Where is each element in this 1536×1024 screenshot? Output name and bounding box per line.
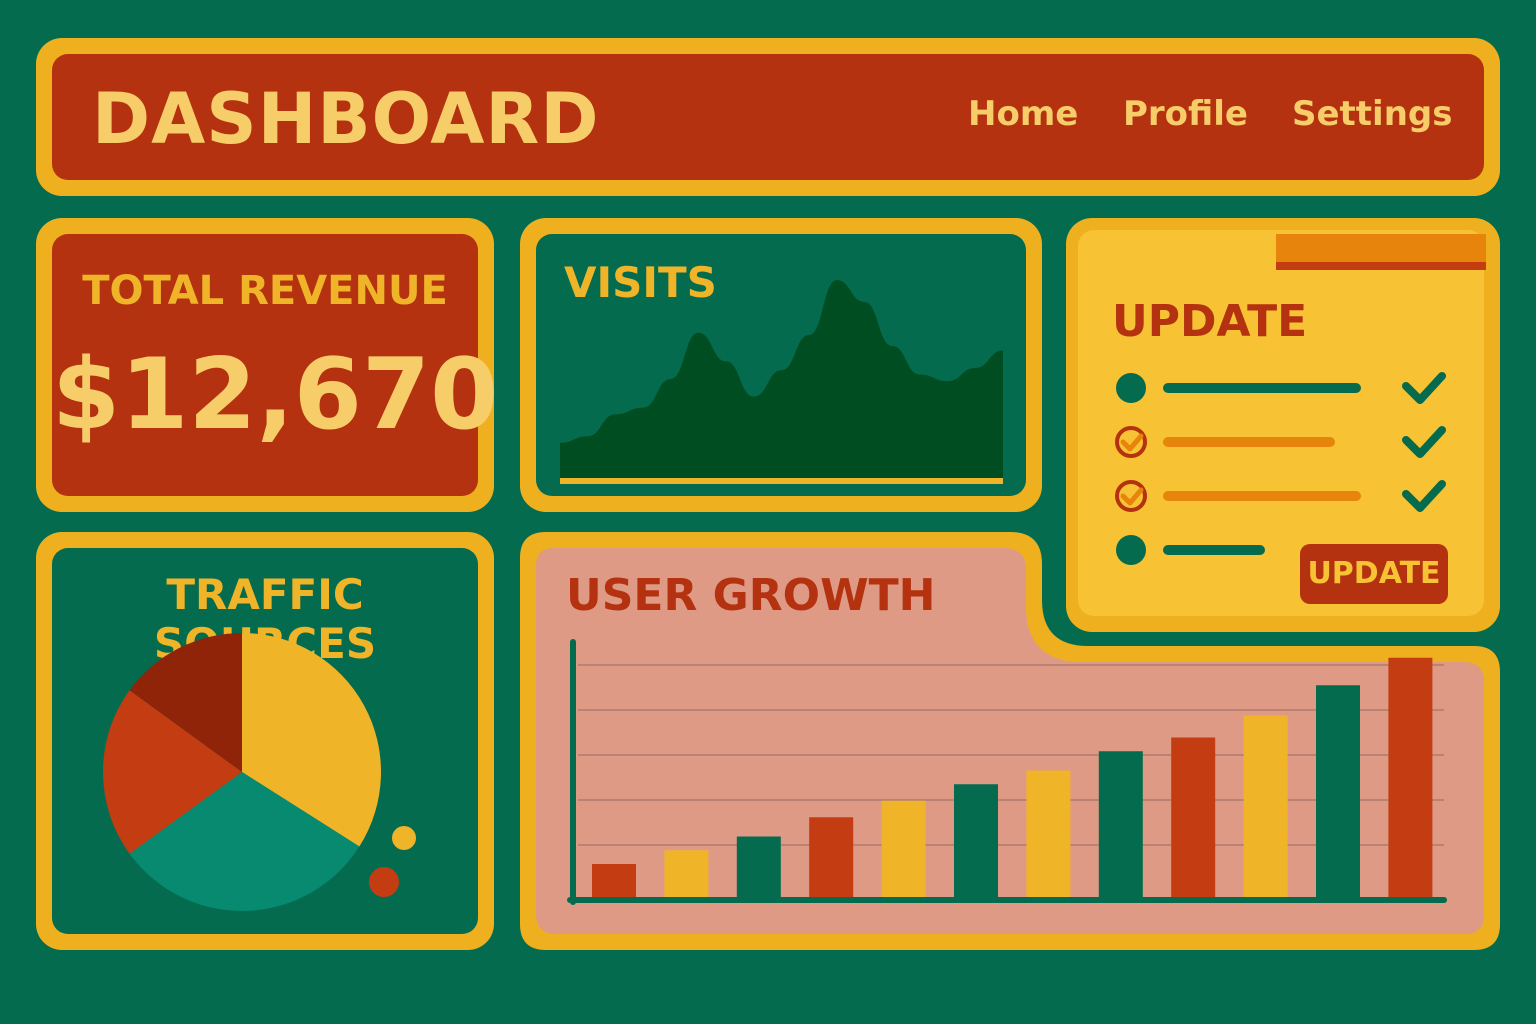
growth-bar (592, 864, 636, 897)
growth-bar (809, 817, 854, 897)
checkmark-icon (1402, 480, 1446, 512)
check-circle-icon (1115, 480, 1147, 512)
bullet-dot-icon (1116, 535, 1146, 565)
growth-bar (1026, 770, 1071, 897)
growth-bar (954, 784, 998, 897)
growth-bar (1316, 685, 1360, 897)
checkmark-icon (1402, 372, 1446, 404)
dashboard-graphics (102, 280, 1500, 950)
growth-bar (881, 800, 926, 897)
check-circle-icon (1115, 426, 1147, 458)
bullet-dot-icon (1116, 373, 1146, 403)
legend-dot-yellow (392, 826, 416, 850)
growth-bar (664, 850, 709, 897)
growth-bar (1098, 751, 1143, 897)
growth-bar (1388, 657, 1433, 897)
visits-area (560, 280, 1003, 478)
growth-bar (1171, 737, 1216, 897)
update-list (1115, 372, 1446, 565)
traffic-pie (102, 633, 381, 911)
growth-bar (1243, 715, 1288, 897)
growth-bar (736, 836, 781, 897)
growth-title: USER GROWTH (566, 570, 936, 621)
checkmark-icon (1402, 426, 1446, 458)
legend-dot-red (369, 867, 399, 897)
